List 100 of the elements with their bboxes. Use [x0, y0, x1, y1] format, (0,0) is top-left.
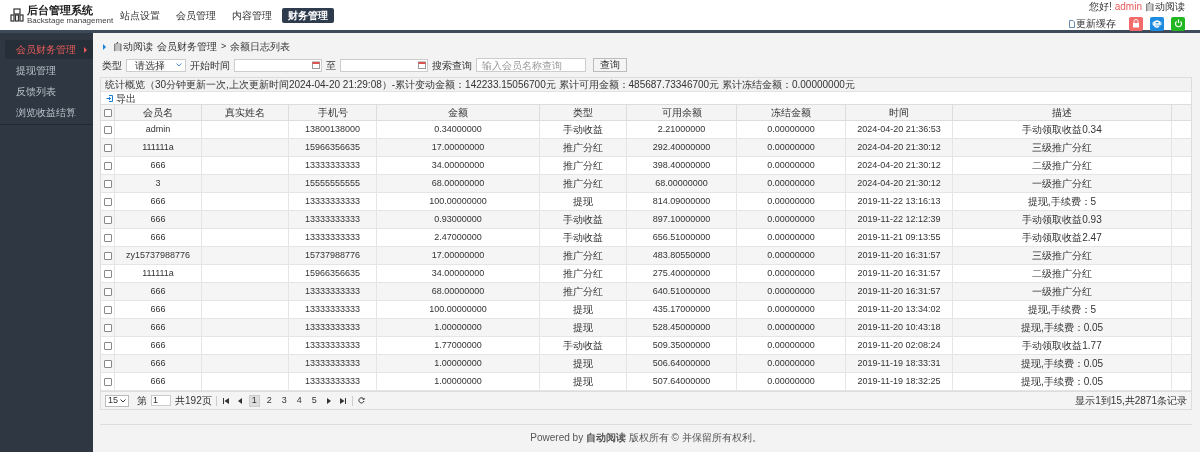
checkbox[interactable] — [103, 287, 112, 296]
table-cell-text: 13333333333 — [304, 374, 361, 388]
table-cell-text: 15966356635 — [304, 266, 361, 280]
search-label: 搜索查询 — [432, 58, 472, 73]
nav-tab[interactable]: 财务管理 — [282, 7, 334, 23]
previous-page-icon — [236, 397, 243, 404]
table-cell-text: 666 — [150, 194, 166, 208]
table-cell-text: 推广分红 — [563, 159, 603, 173]
nav-tab[interactable]: 内容管理 — [226, 7, 278, 23]
page-number[interactable]: 1 — [248, 394, 260, 407]
table-cell-text: 13333333333 — [304, 320, 361, 334]
table-cell-text: 666 — [150, 338, 166, 352]
lock-icon — [1132, 19, 1140, 28]
table-cell-text: 0.00000000 — [767, 230, 815, 244]
table-cell-text: 推广分红 — [563, 285, 603, 299]
page-number[interactable]: 4 — [293, 394, 305, 407]
table-cell-text: 2024-04-20 21:30:12 — [857, 140, 941, 154]
checkbox[interactable] — [103, 323, 112, 332]
table-cell-text: 手动收益 — [563, 123, 603, 137]
table-cell-text: 2024-04-20 21:30:12 — [857, 176, 941, 190]
checkbox[interactable] — [103, 233, 112, 242]
sidebar-item[interactable]: 会员财务管理 — [5, 40, 93, 59]
checkbox[interactable] — [103, 305, 112, 314]
checkbox[interactable] — [103, 179, 112, 188]
username-text: admin — [1114, 0, 1142, 14]
query-button[interactable]: 查询 — [593, 58, 627, 72]
checkbox[interactable] — [103, 377, 112, 386]
page-number[interactable]: 5 — [308, 394, 320, 407]
table-cell-text: 手动收益 — [563, 231, 603, 245]
checkbox[interactable] — [103, 161, 112, 170]
checkbox[interactable] — [103, 125, 112, 134]
table-cell-text: 0.00000000 — [767, 122, 815, 136]
table-cell-text: 2019-11-21 09:13:55 — [857, 230, 941, 244]
table-cell-text: 13333333333 — [304, 302, 361, 316]
sidebar-item[interactable]: 提现管理 — [5, 61, 93, 80]
checkbox[interactable] — [103, 341, 112, 350]
search-field[interactable]: 输入会员名称查询 — [476, 58, 586, 72]
table-cell-text: 507.64000000 — [652, 374, 711, 388]
table-cell-text: 17.00000000 — [431, 248, 485, 262]
browser-button[interactable] — [1150, 16, 1164, 31]
table-cell-text: 2024-04-20 21:36:53 — [857, 122, 941, 136]
page-size-select[interactable]: 15 — [105, 394, 129, 407]
table-cell-text: 提现,手续费：0.05 — [1020, 357, 1104, 371]
table-cell-text: 15555555555 — [304, 176, 361, 190]
table-cell-text: 0.00000000 — [767, 320, 815, 334]
breadcrumb-item: 余额日志列表 — [230, 40, 291, 54]
logo-icon — [10, 8, 24, 22]
refresh-button[interactable] — [356, 394, 367, 407]
table-cell-text: 手动收益 — [563, 339, 603, 353]
table-cell-text: 2.21000000 — [657, 122, 706, 136]
column-header: 手机号 — [317, 106, 348, 120]
table-cell-text: 13333333333 — [304, 230, 361, 244]
checkbox[interactable] — [103, 108, 112, 117]
sidebar-item[interactable]: 浏览收益结算 — [5, 103, 93, 122]
type-select[interactable]: 请选择 — [126, 58, 186, 72]
table-cell-text: 2019-11-19 18:33:31 — [857, 356, 941, 370]
checkbox[interactable] — [103, 359, 112, 368]
page-input[interactable]: 1 — [151, 395, 171, 406]
site-name-text: 自动阅读 — [1145, 0, 1185, 14]
table-cell-text: 2019-11-22 12:12:39 — [857, 212, 941, 226]
nav-tab[interactable]: 站点设置 — [114, 7, 166, 23]
table-cell-text: 656.51000000 — [652, 230, 711, 244]
breadcrumb-item[interactable]: 自动阅读 — [113, 39, 153, 54]
date-field[interactable] — [234, 58, 322, 72]
logo-subtitle: Backstage management — [27, 17, 114, 25]
e-letter-icon — [1152, 19, 1162, 28]
start-time-label: 开始时间 — [190, 58, 230, 73]
refresh-cache-button[interactable]: 更新缓存 — [1069, 16, 1116, 31]
breadcrumb-item[interactable]: 会员财务管理 — [157, 39, 217, 54]
table-cell-text: 666 — [150, 320, 166, 334]
export-button[interactable]: 导出 — [101, 92, 141, 104]
logo-title: 后台管理系统 — [27, 5, 94, 16]
table-cell-text: 手动领取收益0.34 — [1022, 123, 1102, 137]
checkbox[interactable] — [103, 215, 112, 224]
checkbox[interactable] — [103, 197, 112, 206]
date-field[interactable] — [340, 58, 428, 72]
table-cell-text: 2.47000000 — [434, 230, 482, 244]
table-cell-text: 1.00000000 — [434, 356, 482, 370]
table-cell-text: 手动领取收益1.77 — [1022, 339, 1102, 353]
table-cell-text: 0.00000000 — [767, 356, 815, 370]
checkbox[interactable] — [103, 143, 112, 152]
sidebar-item[interactable]: 反馈列表 — [5, 82, 93, 101]
table-cell-text: 68.00000000 — [655, 176, 708, 190]
table-cell-text: 0.93000000 — [434, 212, 482, 226]
lock-button[interactable] — [1129, 16, 1143, 31]
page-number[interactable]: 3 — [278, 394, 290, 407]
table-cell-text: 666 — [150, 356, 166, 370]
table-cell-text: 提现,手续费：5 — [1027, 195, 1097, 209]
table-cell-text: 提现 — [573, 321, 593, 335]
table-cell-text: 0.00000000 — [767, 194, 815, 208]
checkbox[interactable] — [103, 269, 112, 278]
type-label: 类型 — [102, 58, 122, 73]
page-number[interactable]: 2 — [263, 394, 275, 407]
last-page-icon — [339, 397, 346, 404]
checkbox[interactable] — [103, 251, 112, 260]
column-header: 真实姓名 — [225, 106, 265, 120]
nav-tab[interactable]: 会员管理 — [170, 7, 222, 23]
table-cell-text: 3 — [155, 176, 161, 190]
logout-button[interactable] — [1171, 16, 1185, 31]
table-cell-text: 一级推广分红 — [1032, 285, 1092, 299]
